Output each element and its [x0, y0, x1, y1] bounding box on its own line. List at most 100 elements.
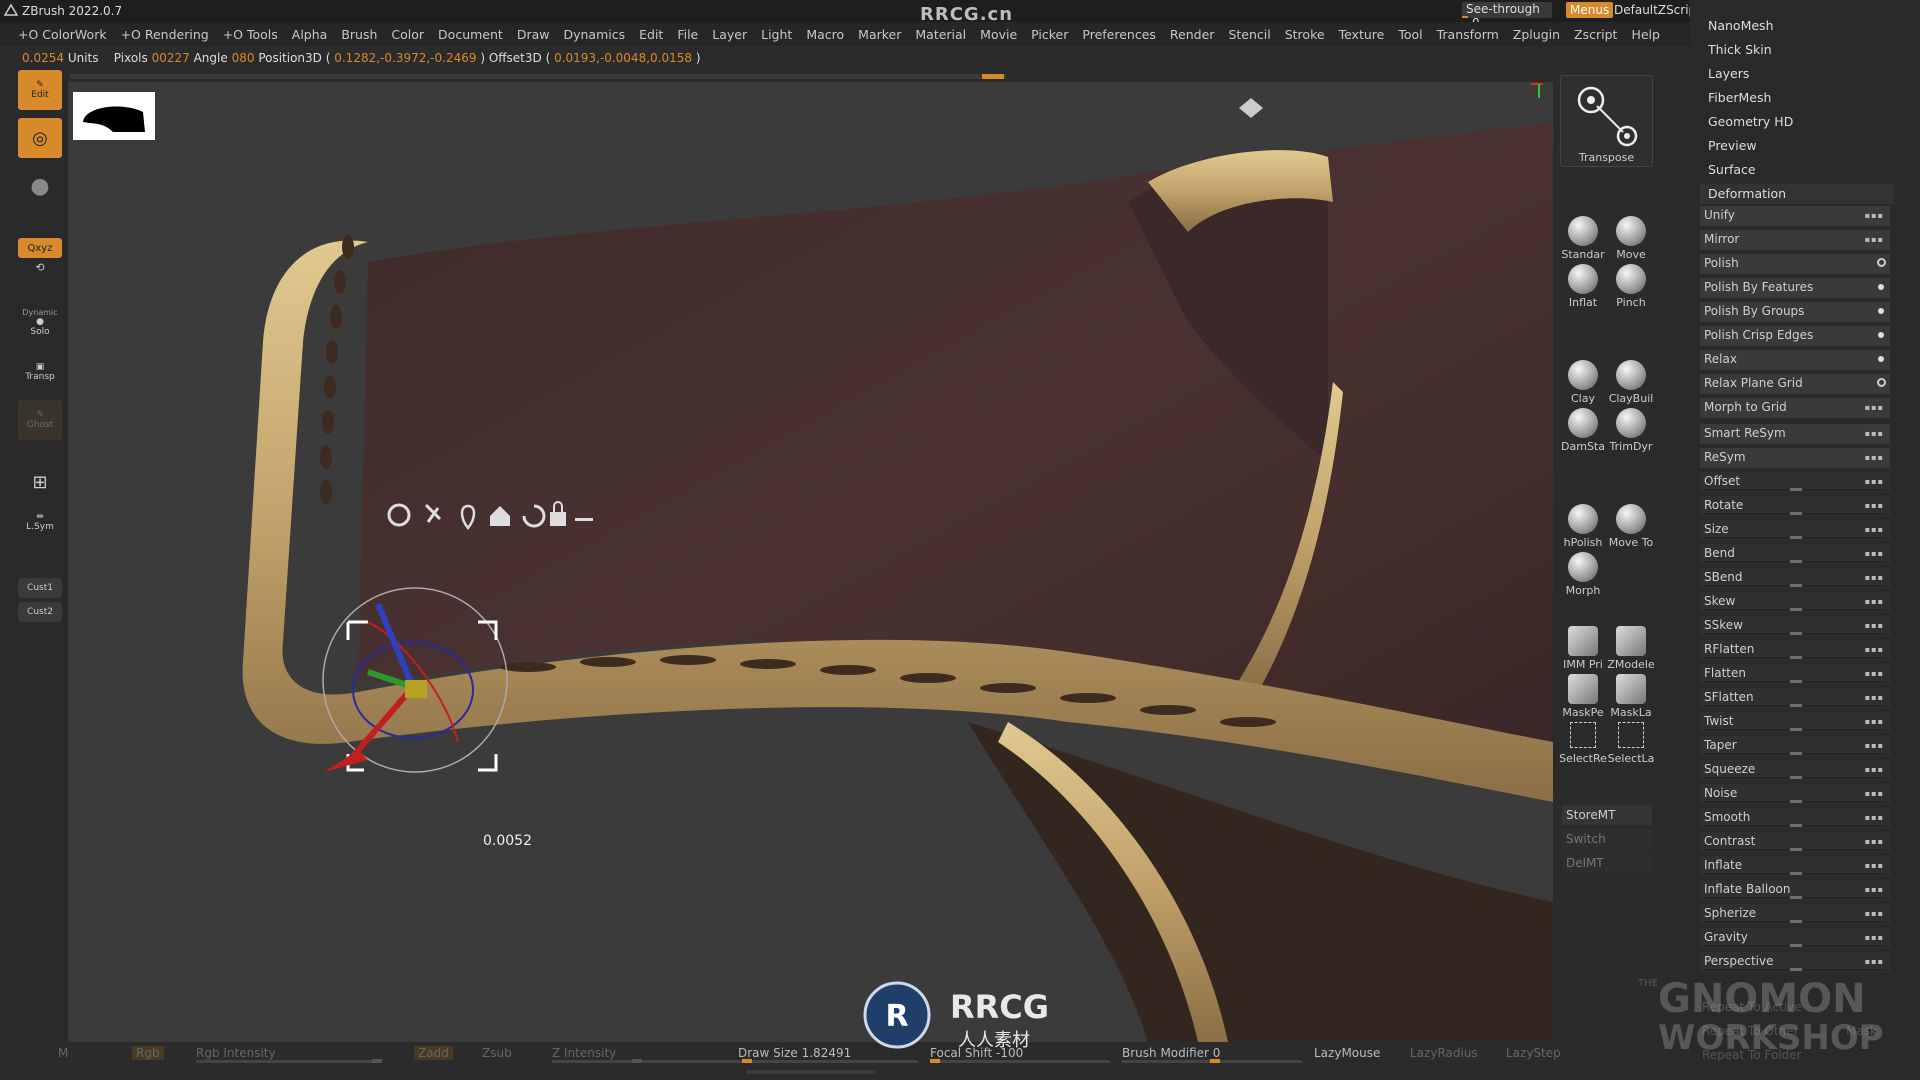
menu-item[interactable]: Draw: [517, 27, 550, 42]
slider-track[interactable]: [1704, 584, 1886, 587]
local-symmetry-icon[interactable]: ⟲: [18, 256, 62, 278]
canvas-viewport[interactable]: [68, 82, 1553, 1042]
brush-modifier-slider[interactable]: Brush Modifier 0: [1122, 1046, 1220, 1060]
deformation-row[interactable]: Perspective ▪▪▪: [1700, 952, 1890, 972]
slider-knob[interactable]: [1790, 824, 1802, 827]
slider-track[interactable]: [1704, 776, 1886, 779]
menu-item[interactable]: Transform: [1437, 27, 1499, 42]
deformation-row[interactable]: Twist ▪▪▪: [1700, 712, 1890, 732]
deformation-row[interactable]: Smart ReSym ▪▪▪: [1700, 424, 1890, 444]
brush-item[interactable]: IMM Pri: [1559, 626, 1607, 671]
deformation-row[interactable]: Polish: [1700, 254, 1890, 274]
slider-knob[interactable]: [1790, 896, 1802, 899]
slider-track[interactable]: [1704, 728, 1886, 731]
slider-track[interactable]: [1704, 560, 1886, 563]
floor-grid-icon[interactable]: [1235, 92, 1265, 122]
brush-item[interactable]: SelectRe: [1559, 722, 1607, 765]
lazyradius-slider[interactable]: LazyRadius: [1410, 1046, 1478, 1060]
cust2-button[interactable]: Cust2: [18, 602, 62, 622]
switch-mt-button[interactable]: Switch: [1562, 829, 1652, 849]
toggle-dot-icon[interactable]: [1878, 332, 1884, 338]
slider-track[interactable]: [1704, 488, 1886, 491]
slider-knob[interactable]: [1790, 560, 1802, 563]
deformation-row[interactable]: Unify ▪▪▪: [1700, 206, 1890, 226]
tool-thumbnail[interactable]: [73, 92, 155, 140]
slider-track[interactable]: [1704, 536, 1886, 539]
bottom-scrollbar[interactable]: [746, 1070, 876, 1074]
deformation-row[interactable]: Rotate ▪▪▪: [1700, 496, 1890, 516]
brush-item[interactable]: ClayBuil: [1607, 360, 1655, 405]
lazymouse-button[interactable]: LazyMouse: [1314, 1046, 1380, 1060]
deformation-row[interactable]: RFlatten ▪▪▪: [1700, 640, 1890, 660]
brush-item[interactable]: Standar: [1559, 216, 1607, 261]
menu-item[interactable]: +O Rendering: [121, 27, 209, 42]
m-label[interactable]: M: [58, 1046, 68, 1060]
brush-item[interactable]: DamSta: [1559, 408, 1607, 453]
slider-track[interactable]: [1704, 848, 1886, 851]
brush-item[interactable]: Move: [1607, 216, 1655, 261]
subpalette-header[interactable]: Preview: [1708, 138, 1757, 153]
deformation-row[interactable]: ReSym ▪▪▪: [1700, 448, 1890, 468]
deformation-row[interactable]: Bend ▪▪▪: [1700, 544, 1890, 564]
slider-knob[interactable]: [1790, 776, 1802, 779]
menu-item[interactable]: Dynamics: [563, 27, 625, 42]
subpalette-header[interactable]: FiberMesh: [1708, 90, 1771, 105]
menu-item[interactable]: Stencil: [1228, 27, 1270, 42]
subpalette-header[interactable]: NanoMesh: [1708, 18, 1774, 33]
brush-item[interactable]: Morph: [1559, 552, 1607, 597]
rgb-intensity-slider[interactable]: Rgb Intensity: [196, 1046, 276, 1060]
axis-toggle-icon[interactable]: ▪▪▪: [1865, 449, 1884, 467]
lazystep-slider[interactable]: LazyStep: [1506, 1046, 1561, 1060]
menu-item[interactable]: File: [677, 27, 698, 42]
brush-item[interactable]: MaskPe: [1559, 674, 1607, 719]
deformation-row[interactable]: Polish Crisp Edges: [1700, 326, 1890, 346]
draw-size-slider[interactable]: Draw Size 1.82491: [738, 1046, 851, 1060]
slider-knob[interactable]: [1790, 584, 1802, 587]
slider-knob[interactable]: [1790, 920, 1802, 923]
slider-knob[interactable]: [1790, 536, 1802, 539]
slider-track[interactable]: [1704, 872, 1886, 875]
slider-knob[interactable]: [1790, 632, 1802, 635]
axis-orientation-icon[interactable]: [1513, 82, 1547, 114]
axis-toggle-icon[interactable]: ▪▪▪: [1865, 399, 1884, 417]
slider-track[interactable]: [1704, 896, 1886, 899]
slider-knob[interactable]: [1790, 848, 1802, 851]
brush-item[interactable]: Move To: [1607, 504, 1655, 549]
slider-track[interactable]: [1704, 800, 1886, 803]
brush-item[interactable]: Clay: [1559, 360, 1607, 405]
deformation-row[interactable]: Smooth ▪▪▪: [1700, 808, 1890, 828]
brush-item[interactable]: SelectLa: [1607, 722, 1655, 765]
axis-toggle-icon[interactable]: ▪▪▪: [1865, 231, 1884, 249]
deformation-header[interactable]: Deformation: [1700, 184, 1894, 204]
slider-track[interactable]: [1704, 512, 1886, 515]
del-mt-button[interactable]: DelMT: [1562, 853, 1652, 873]
deformation-row[interactable]: Offset ▪▪▪: [1700, 472, 1890, 492]
slider-knob[interactable]: [1790, 608, 1802, 611]
transp-button[interactable]: ▣ Transp: [18, 352, 62, 392]
menu-item[interactable]: Color: [391, 27, 424, 42]
slider-knob[interactable]: [1790, 944, 1802, 947]
deformation-row[interactable]: Taper ▪▪▪: [1700, 736, 1890, 756]
menu-item[interactable]: Movie: [980, 27, 1017, 42]
slider-knob[interactable]: [1790, 800, 1802, 803]
subpalette-header[interactable]: Layers: [1708, 66, 1749, 81]
deformation-row[interactable]: Contrast ▪▪▪: [1700, 832, 1890, 852]
slider-track[interactable]: [1704, 608, 1886, 611]
slider-track[interactable]: [1704, 944, 1886, 947]
menu-item[interactable]: Render: [1170, 27, 1215, 42]
subpalette-header[interactable]: Thick Skin: [1708, 42, 1772, 57]
polyframe-button[interactable]: ⊞: [18, 462, 62, 502]
slider-knob[interactable]: [1790, 656, 1802, 659]
brush-item[interactable]: TrimDyr: [1607, 408, 1655, 453]
slider-knob[interactable]: [1790, 728, 1802, 731]
menu-item[interactable]: Marker: [858, 27, 901, 42]
deformation-row[interactable]: Polish By Features: [1700, 278, 1890, 298]
axis-toggle-icon[interactable]: ▪▪▪: [1865, 207, 1884, 225]
deformation-row[interactable]: Skew ▪▪▪: [1700, 592, 1890, 612]
slider-knob[interactable]: [1790, 512, 1802, 515]
brush-item[interactable]: Inflat: [1559, 264, 1607, 309]
menu-item[interactable]: Light: [761, 27, 792, 42]
menu-item[interactable]: Zscript: [1574, 27, 1617, 42]
deformation-row[interactable]: Flatten ▪▪▪: [1700, 664, 1890, 684]
ghost-button[interactable]: ✎ Ghost: [18, 400, 62, 440]
